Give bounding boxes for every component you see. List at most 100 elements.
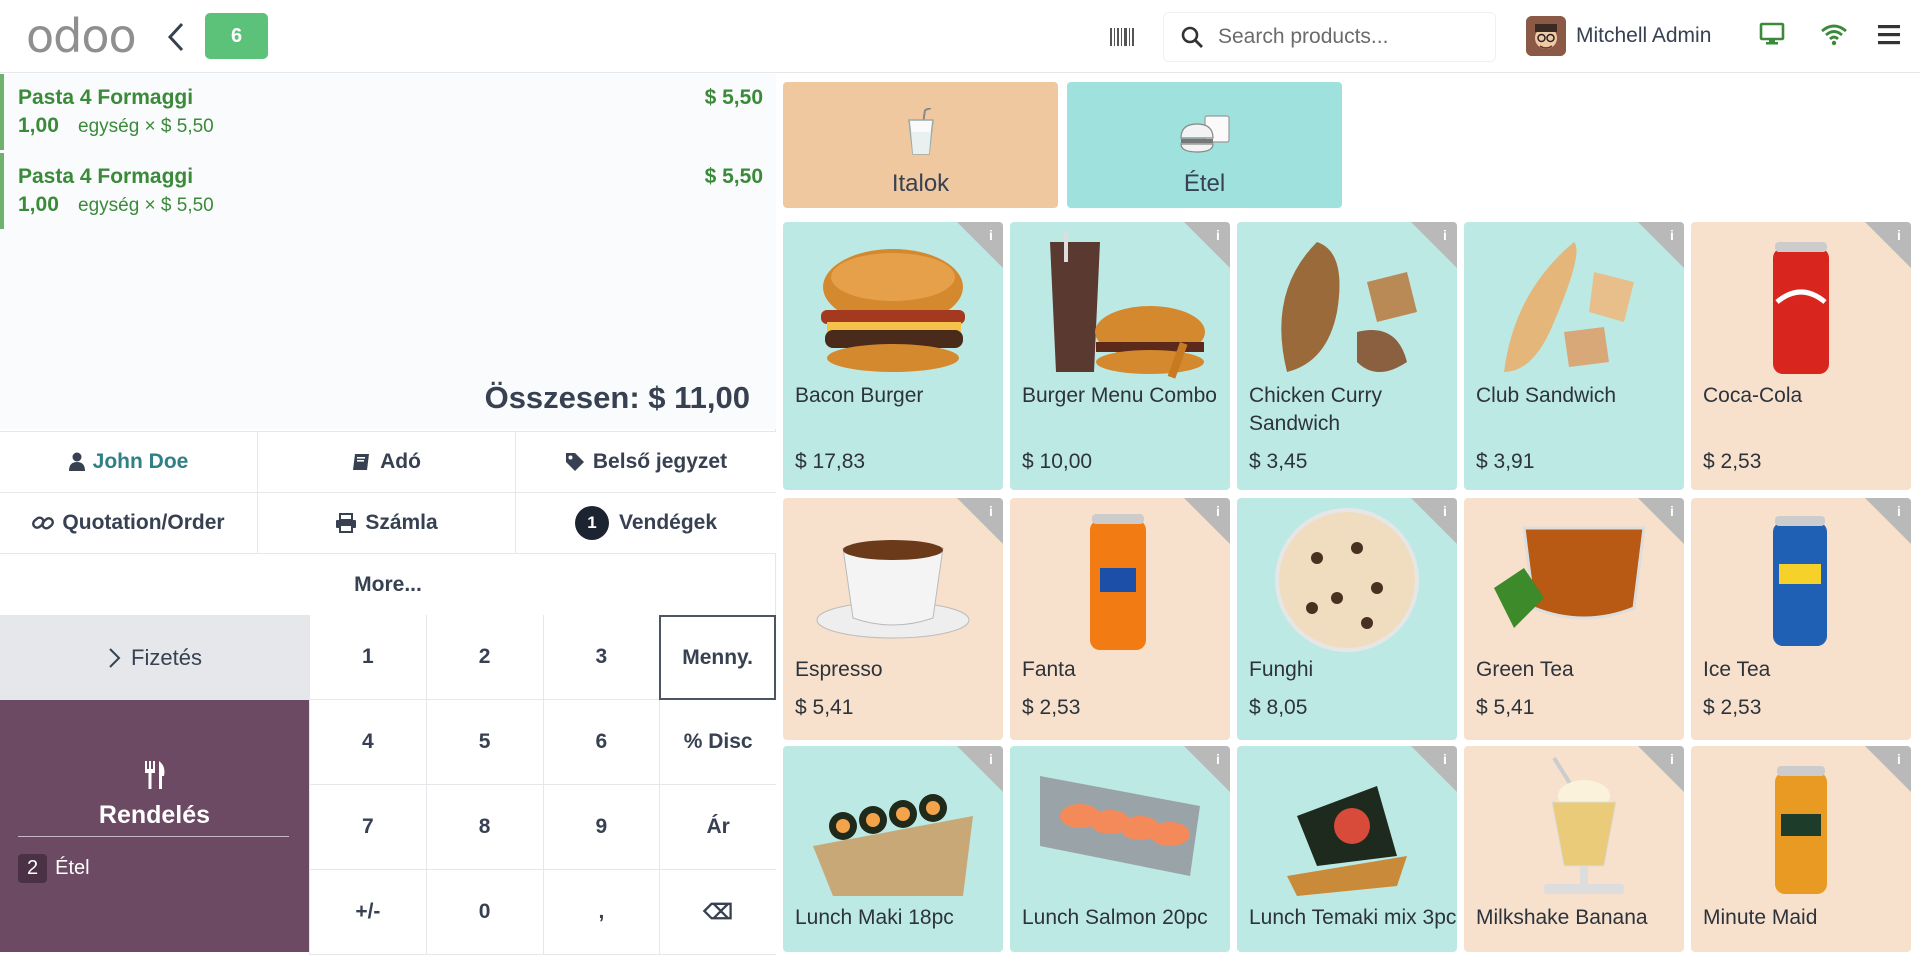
product-card[interactable]: i Chicken Curry Sandwich $ 3,45 bbox=[1237, 222, 1457, 490]
product-image bbox=[1504, 242, 1634, 372]
product-name: Espresso bbox=[795, 658, 883, 681]
info-icon[interactable]: i bbox=[1411, 498, 1457, 544]
product-image bbox=[1050, 232, 1205, 379]
line-price: $ 5,50 bbox=[704, 165, 763, 188]
hamburger-menu-icon[interactable] bbox=[1878, 24, 1904, 46]
info-icon[interactable]: i bbox=[1865, 498, 1911, 544]
kitchen-category-count: 2 bbox=[18, 854, 48, 883]
product-name: Milkshake Banana bbox=[1476, 906, 1648, 929]
numpad-key-9[interactable]: 9 bbox=[542, 785, 660, 870]
info-icon[interactable]: i bbox=[957, 498, 1003, 544]
info-icon[interactable]: i bbox=[1865, 222, 1911, 268]
line-unit-price: egység × $ 5,50 bbox=[78, 195, 214, 216]
product-image bbox=[1275, 508, 1419, 652]
product-image bbox=[821, 249, 965, 372]
barcode-icon[interactable] bbox=[1110, 28, 1136, 46]
drink-icon bbox=[907, 108, 934, 155]
product-name: Coca-Cola bbox=[1703, 384, 1803, 407]
info-icon[interactable]: i bbox=[1638, 222, 1684, 268]
kitchen-order-button[interactable]: Rendelés 2 Étel bbox=[0, 700, 309, 952]
customer-button[interactable]: John Doe bbox=[0, 432, 258, 493]
product-card[interactable]: i Coca-Cola $ 2,53 bbox=[1691, 222, 1911, 490]
numpad-key-7[interactable]: 7 bbox=[309, 785, 426, 870]
info-icon[interactable]: i bbox=[1865, 746, 1911, 792]
category-italok[interactable]: Italok bbox=[783, 82, 1058, 208]
product-card[interactable]: i Fanta $ 2,53 bbox=[1010, 498, 1230, 740]
back-arrow-icon[interactable] bbox=[166, 20, 186, 54]
svg-text:i: i bbox=[1216, 503, 1220, 519]
order-line[interactable]: Pasta 4 Formaggi $ 5,50 1,00 egység × $ … bbox=[0, 74, 776, 150]
line-quantity: 1,00 bbox=[18, 114, 59, 137]
product-card[interactable]: i Ice Tea $ 2,53 bbox=[1691, 498, 1911, 740]
internal-note-button[interactable]: Belső jegyzet bbox=[516, 432, 776, 493]
product-card[interactable]: i Lunch Maki 18pc bbox=[783, 746, 1003, 952]
product-name: Green Tea bbox=[1476, 658, 1574, 681]
numpad-quantity-mode[interactable]: Menny. bbox=[659, 615, 776, 700]
product-card[interactable]: i Minute Maid bbox=[1691, 746, 1911, 952]
numpad-key-4[interactable]: 4 bbox=[309, 700, 426, 785]
category-etel[interactable]: Étel bbox=[1067, 82, 1342, 208]
orders-count-button[interactable]: 6 bbox=[205, 13, 268, 59]
product-search[interactable] bbox=[1163, 12, 1496, 62]
numpad-key-0[interactable]: 0 bbox=[425, 870, 543, 955]
guests-button[interactable]: 1 Vendégek bbox=[516, 493, 776, 554]
info-icon[interactable]: i bbox=[1184, 222, 1230, 268]
chevron-right-icon bbox=[109, 647, 121, 668]
product-card[interactable]: i Lunch Salmon 20pc bbox=[1010, 746, 1230, 952]
search-input[interactable] bbox=[1218, 25, 1478, 49]
product-image bbox=[1281, 242, 1417, 372]
product-card[interactable]: i Espresso $ 5,41 bbox=[783, 498, 1003, 740]
info-icon[interactable]: i bbox=[1184, 746, 1230, 792]
line-price: $ 5,50 bbox=[704, 86, 763, 109]
numpad-key-5[interactable]: 5 bbox=[425, 700, 543, 785]
invoice-button[interactable]: Számla bbox=[258, 493, 516, 554]
svg-text:i: i bbox=[1216, 751, 1220, 767]
svg-text:i: i bbox=[989, 503, 993, 519]
user-menu[interactable]: Mitchell Admin bbox=[1526, 16, 1711, 56]
numpad-decimal[interactable]: , bbox=[542, 870, 660, 955]
info-icon[interactable]: i bbox=[1184, 498, 1230, 544]
numpad-key-6[interactable]: 6 bbox=[542, 700, 660, 785]
info-icon[interactable]: i bbox=[957, 222, 1003, 268]
product-card[interactable]: i Milkshake Banana bbox=[1464, 746, 1684, 952]
print-icon bbox=[335, 513, 357, 533]
numpad-price-mode[interactable]: Ár bbox=[659, 785, 776, 870]
product-card[interactable]: i Green Tea $ 5,41 bbox=[1464, 498, 1684, 740]
quotation-label: Quotation/Order bbox=[62, 511, 225, 534]
product-card[interactable]: i Club Sandwich $ 3,91 bbox=[1464, 222, 1684, 490]
customer-display-icon[interactable] bbox=[1759, 22, 1785, 46]
info-icon[interactable]: i bbox=[1411, 746, 1457, 792]
product-price: $ 5,41 bbox=[795, 696, 854, 719]
product-card[interactable]: i Funghi $ 8,05 bbox=[1237, 498, 1457, 740]
product-name: Lunch Salmon 20pc bbox=[1022, 906, 1208, 929]
product-name: Minute Maid bbox=[1703, 906, 1818, 929]
info-icon[interactable]: i bbox=[1411, 222, 1457, 268]
internal-note-label: Belső jegyzet bbox=[592, 450, 728, 473]
more-button[interactable]: More... bbox=[0, 554, 776, 616]
product-card[interactable]: i Lunch Temaki mix 3pc bbox=[1237, 746, 1457, 952]
product-image bbox=[1287, 786, 1407, 896]
quotation-order-button[interactable]: Quotation/Order bbox=[0, 493, 258, 554]
info-icon[interactable]: i bbox=[1638, 498, 1684, 544]
info-icon[interactable]: i bbox=[1638, 746, 1684, 792]
product-card[interactable]: i Burger Menu Combo $ 10,00 bbox=[1010, 222, 1230, 490]
numpad-key-3[interactable]: 3 bbox=[542, 615, 660, 700]
line-unit-price: egység × $ 5,50 bbox=[78, 116, 214, 137]
product-price: $ 3,45 bbox=[1249, 450, 1308, 473]
numpad-backspace[interactable]: ⌫ bbox=[659, 870, 776, 955]
product-card[interactable]: i Bacon Burger $ 17,83 bbox=[783, 222, 1003, 490]
order-lines: Pasta 4 Formaggi $ 5,50 1,00 egység × $ … bbox=[0, 74, 776, 429]
divider bbox=[18, 836, 289, 837]
order-line[interactable]: Pasta 4 Formaggi $ 5,50 1,00 egység × $ … bbox=[0, 153, 776, 229]
utensils-icon bbox=[144, 761, 164, 789]
numpad-plus-minus[interactable]: +/- bbox=[309, 870, 426, 955]
numpad-discount-mode[interactable]: % Disc bbox=[659, 700, 776, 785]
product-price: $ 17,83 bbox=[795, 450, 866, 473]
info-icon[interactable]: i bbox=[957, 746, 1003, 792]
numpad-key-8[interactable]: 8 bbox=[425, 785, 543, 870]
tax-button[interactable]: Adó bbox=[258, 432, 516, 493]
numpad-key-1[interactable]: 1 bbox=[309, 615, 426, 700]
product-name: Club Sandwich bbox=[1476, 384, 1617, 407]
numpad-key-2[interactable]: 2 bbox=[425, 615, 543, 700]
payment-button[interactable]: Fizetés bbox=[0, 615, 309, 700]
